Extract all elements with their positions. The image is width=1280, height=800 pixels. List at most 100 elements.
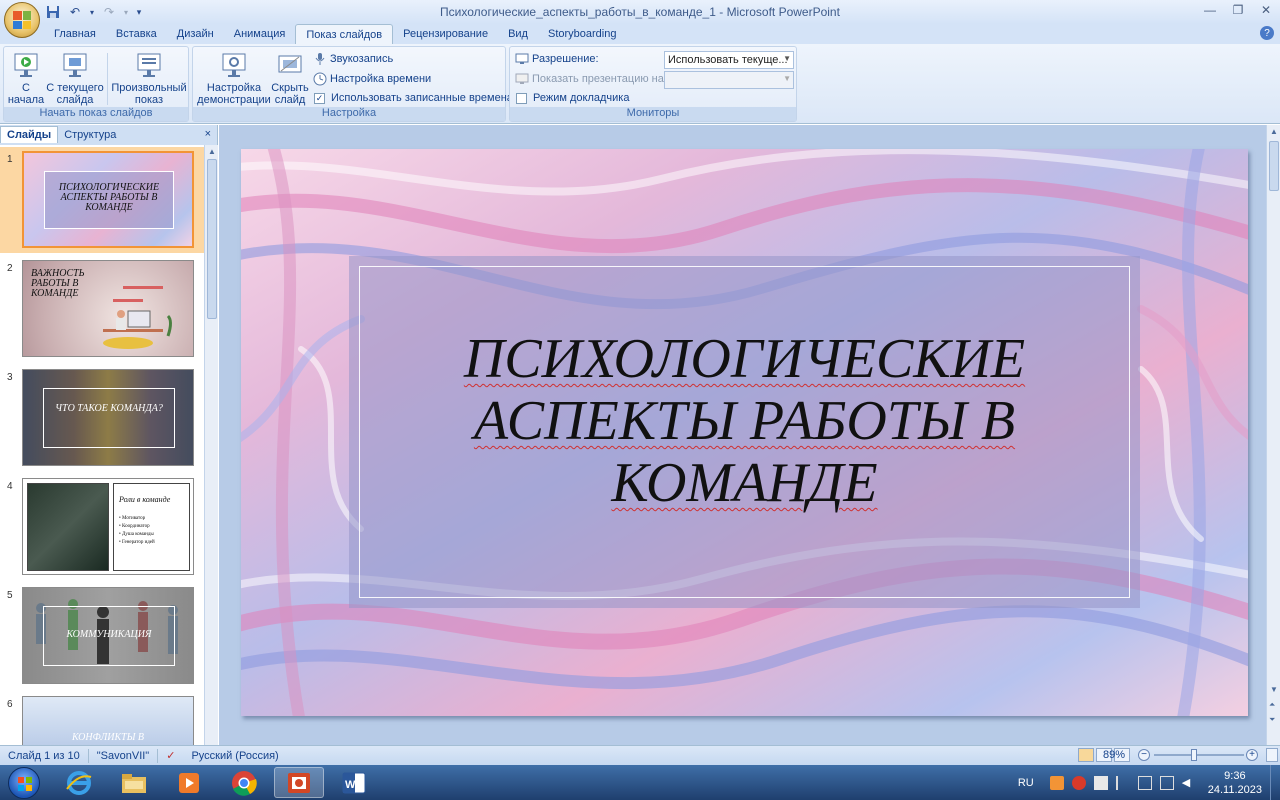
zoom-slider[interactable]: − +	[1138, 748, 1264, 762]
show-on-select[interactable]: ▼	[664, 71, 794, 89]
thumb-bullet: • Душа команды	[119, 532, 154, 537]
tab-insert[interactable]: Вставка	[106, 24, 167, 44]
slide-thumbnail[interactable]: КОНФЛИКТЫ В	[22, 696, 194, 745]
language-indicator[interactable]: RU	[1018, 777, 1034, 789]
hide-slide-button[interactable]: Скрыть слайд	[271, 51, 309, 106]
show-on-label: Показать презентацию на:	[532, 73, 667, 85]
fit-to-window-icon[interactable]	[1266, 748, 1278, 762]
language[interactable]: Русский (Россия)	[183, 750, 286, 762]
chrome-icon[interactable]	[219, 767, 269, 798]
tray-device-icon[interactable]	[1137, 775, 1152, 790]
slide-thumbnail[interactable]: ЧТО ТАКОЕ КОМАНДА?	[22, 369, 194, 466]
presenter-view-checkbox[interactable]: Режим докладчика	[516, 92, 629, 104]
use-timings-check[interactable]: ✓	[314, 92, 325, 104]
resolution-value: Использовать текуще...	[668, 54, 788, 66]
close-icon[interactable]: ✕	[1252, 0, 1280, 20]
slide-thumbnail-row[interactable]: 6 КОНФЛИКТЫ В	[0, 692, 204, 745]
play-from-start-icon	[14, 53, 38, 77]
ribbon: С начала С текущего слайда Произвольный …	[0, 44, 1280, 124]
slide-thumbnail-row[interactable]: 3 ЧТО ТАКОЕ КОМАНДА?	[0, 365, 204, 471]
slides-pane: Слайды Структура × 1 ПСИХОЛОГИЧЕСКИЕ АСП…	[0, 125, 218, 745]
slide-title[interactable]: ПСИХОЛОГИЧЕСКИЕ АСПЕКТЫ РАБОТЫ В КОМАНДЕ	[349, 328, 1140, 514]
previous-slide-icon[interactable]: ⏶	[1269, 700, 1275, 710]
scroll-down-icon[interactable]: ▼	[1270, 685, 1278, 694]
help-icon[interactable]: ?	[1260, 26, 1274, 40]
zoom-out-icon[interactable]: −	[1138, 749, 1150, 761]
spell-check-icon[interactable]: ✓	[158, 749, 183, 762]
media-player-icon[interactable]	[164, 767, 214, 798]
tab-animation[interactable]: Анимация	[224, 24, 296, 44]
slide-thumbnail[interactable]: Роли в команде • Мотиватор • Координатор…	[22, 478, 194, 575]
record-narration-button[interactable]: Звукозапись	[313, 52, 393, 66]
thumb-title: КОММУНИКАЦИЯ	[66, 629, 152, 640]
office-button[interactable]	[4, 2, 40, 38]
from-beginning-button[interactable]: С начала	[8, 51, 44, 106]
tray-alert-icon[interactable]	[1071, 775, 1086, 790]
current-slide[interactable]: ПСИХОЛОГИЧЕСКИЕ АСПЕКТЫ РАБОТЫ В КОМАНДЕ	[241, 149, 1248, 716]
tab-review[interactable]: Рецензирование	[393, 24, 498, 44]
resolution-select[interactable]: Использовать текуще... ▼	[664, 51, 794, 69]
zoom-track[interactable]	[1154, 754, 1244, 756]
volume-icon[interactable]: ◀	[1182, 776, 1196, 790]
tray-app-icon[interactable]	[1049, 775, 1064, 790]
thumb-title: Роли в команде	[119, 495, 171, 504]
tab-slide-show[interactable]: Показ слайдов	[295, 24, 394, 44]
close-icon[interactable]: ×	[205, 128, 211, 140]
tab-design[interactable]: Дизайн	[167, 24, 224, 44]
office-logo-icon	[13, 11, 31, 29]
powerpoint-taskbar-icon[interactable]	[274, 767, 324, 798]
slide-thumbnail-row[interactable]: 1 ПСИХОЛОГИЧЕСКИЕ АСПЕКТЫ РАБОТЫ В КОМАН…	[0, 147, 204, 253]
show-desktop-button[interactable]	[1270, 765, 1280, 800]
presenter-view-check[interactable]	[516, 92, 527, 104]
tab-outline[interactable]: Структура	[58, 127, 122, 143]
from-current-button[interactable]: С текущего слайда	[46, 51, 104, 106]
from-current-label: С текущего слайда	[46, 82, 104, 106]
file-explorer-icon[interactable]	[109, 767, 159, 798]
title-placeholder[interactable]: ПСИХОЛОГИЧЕСКИЕ АСПЕКТЫ РАБОТЫ В КОМАНДЕ	[349, 256, 1140, 608]
minimize-icon[interactable]: —	[1196, 0, 1224, 20]
slides-pane-scrollbar[interactable]: ▲	[204, 145, 218, 745]
tab-storyboarding[interactable]: Storyboarding	[538, 24, 627, 44]
slide-number: 5	[7, 590, 13, 601]
zoom-in-icon[interactable]: +	[1246, 749, 1258, 761]
tab-slides[interactable]: Слайды	[0, 126, 59, 143]
tray-vpn-icon[interactable]	[1093, 775, 1108, 790]
normal-view-icon[interactable]	[1078, 748, 1094, 762]
network-icon[interactable]	[1159, 775, 1174, 790]
slide-number: 1	[7, 154, 13, 165]
slide-thumbnail-row[interactable]: 5 КОММУНИКАЦИЯ	[0, 583, 204, 689]
word-icon[interactable]: W	[329, 767, 379, 798]
slide-thumbnail-row[interactable]: 4 Роли в команде • Мотиватор • Координат…	[0, 474, 204, 580]
slide-thumbnail[interactable]: КОММУНИКАЦИЯ	[22, 587, 194, 684]
clock[interactable]: 9:36 24.11.2023	[1200, 769, 1270, 797]
custom-show-button[interactable]: Произвольный показ	[110, 51, 188, 106]
start-button[interactable]	[8, 767, 40, 799]
ribbon-tabs: Главная Вставка Дизайн Анимация Показ сл…	[0, 24, 1280, 44]
slide-thumbnail-row[interactable]: 2 ВАЖНОСТЬ РАБОТЫ В КОМАНДЕ	[0, 256, 204, 362]
internet-explorer-icon[interactable]	[54, 767, 104, 798]
use-timings-checkbox[interactable]: ✓ Использовать записанные времена	[314, 92, 513, 104]
flag-icon[interactable]	[1115, 775, 1130, 790]
tab-view[interactable]: Вид	[498, 24, 538, 44]
show-on-label-row: Показать презентацию на:	[515, 72, 667, 86]
setup-show-button[interactable]: Настройка демонстрации	[197, 51, 271, 106]
group-monitors: Разрешение: Использовать текуще... ▼ Пок…	[509, 46, 797, 122]
chevron-down-icon: ▼	[783, 54, 791, 63]
restore-icon[interactable]: ❐	[1224, 0, 1252, 20]
rehearse-timings-button[interactable]: Настройка времени	[313, 72, 431, 86]
tab-home[interactable]: Главная	[44, 24, 106, 44]
slide-thumbnail[interactable]: ВАЖНОСТЬ РАБОТЫ В КОМАНДЕ	[22, 260, 194, 357]
group-label-start: Начать показ слайдов	[4, 107, 188, 121]
scrollbar-thumb[interactable]	[207, 159, 217, 319]
scroll-up-icon[interactable]: ▲	[1270, 127, 1278, 136]
next-slide-icon[interactable]: ⏷	[1269, 715, 1275, 725]
slide-title-line: ПСИХОЛОГИЧЕСКИЕ	[463, 328, 1026, 390]
editor-scrollbar[interactable]: ▲ ▼ ⏶ ⏷	[1266, 125, 1280, 745]
clock-date: 24.11.2023	[1207, 783, 1262, 796]
scrollbar-thumb[interactable]	[1269, 141, 1279, 191]
slide-thumbnail[interactable]: ПСИХОЛОГИЧЕСКИЕ АСПЕКТЫ РАБОТЫ В КОМАНДЕ	[22, 151, 194, 248]
zoom-percent[interactable]: 89%	[1103, 749, 1125, 761]
scroll-up-icon[interactable]: ▲	[208, 147, 216, 156]
windows-taskbar: W RU ◀ 9:36 24.11.2023	[0, 765, 1280, 800]
zoom-thumb[interactable]	[1190, 749, 1197, 761]
